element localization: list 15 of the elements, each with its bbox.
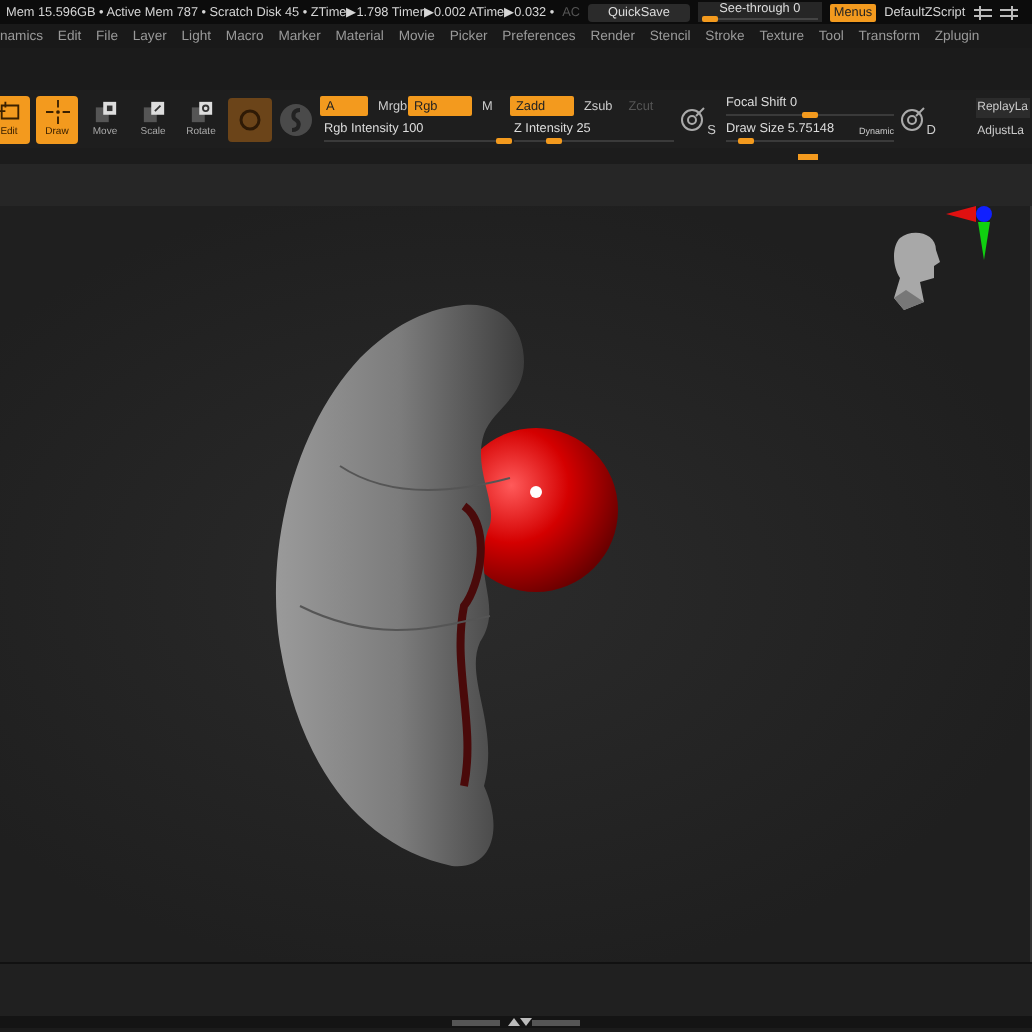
layout-icon[interactable] [973, 5, 992, 19]
slider-thumb[interactable] [802, 112, 818, 118]
rotate-tool-icon [189, 100, 213, 124]
draw-tool-icon [45, 100, 69, 124]
scroll-arrows-icon[interactable] [452, 1017, 580, 1027]
slider-thumb[interactable] [738, 138, 755, 144]
material-swatch[interactable] [228, 97, 272, 141]
move-tool-icon [93, 100, 117, 124]
tray-handle[interactable] [798, 154, 818, 160]
slider-thumb[interactable] [496, 138, 512, 144]
scale-tool-icon [141, 100, 165, 124]
slider-thumb[interactable] [546, 138, 562, 144]
edit-tool-icon [0, 100, 21, 124]
layout-icon[interactable] [999, 5, 1018, 19]
slider-thumb[interactable] [701, 16, 718, 22]
